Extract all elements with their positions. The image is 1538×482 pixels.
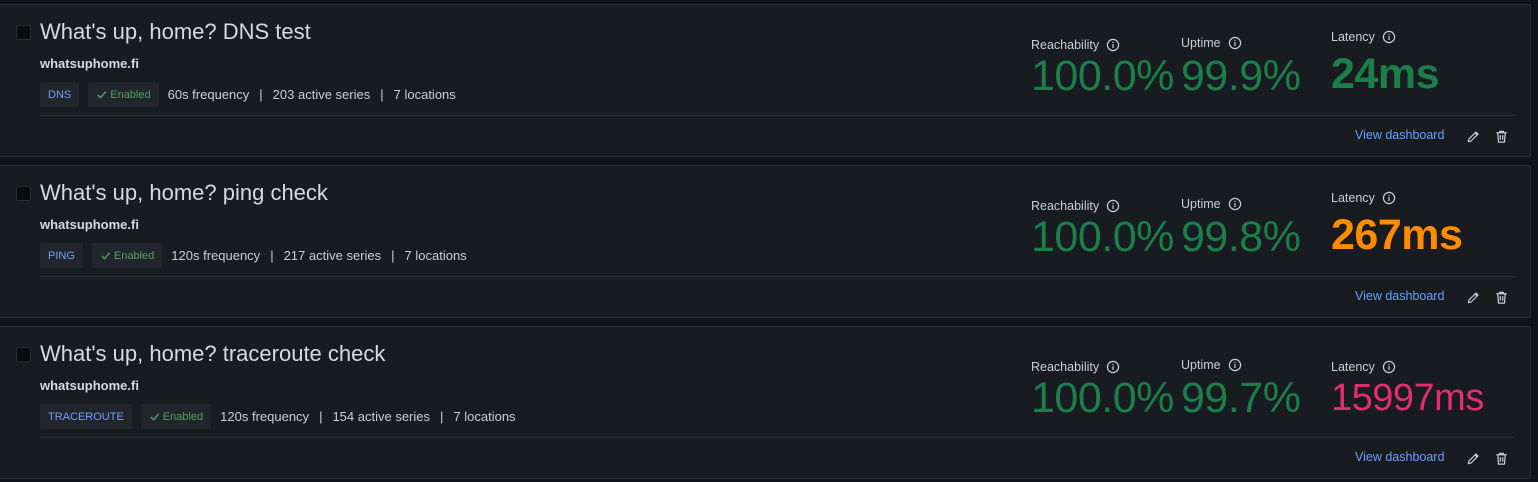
check-type-tag: PING: [40, 243, 83, 268]
reachability-stat: Reachability 100.0%: [1031, 199, 1174, 261]
latency-stat: Latency 15997ms: [1331, 360, 1484, 422]
uptime-value: 99.8%: [1181, 213, 1301, 261]
info-circle-icon[interactable]: [1228, 197, 1242, 211]
check-card: What's up, home? ping check whatsuphome.…: [0, 165, 1531, 318]
check-card: What's up, home? traceroute check whatsu…: [0, 326, 1531, 479]
status-label: Enabled: [110, 88, 151, 101]
uptime-stat: Uptime 99.8%: [1181, 197, 1301, 261]
trash-icon[interactable]: [1493, 128, 1509, 144]
latency-label: Latency: [1331, 191, 1375, 205]
active-series-text: 217 active series: [283, 248, 382, 263]
card-divider: [40, 276, 1514, 277]
info-circle-icon[interactable]: [1106, 38, 1120, 52]
check-type-tag: DNS: [40, 82, 80, 107]
locations-text: 7 locations: [404, 248, 467, 263]
check-title: What's up, home? DNS test: [40, 19, 311, 44]
separator: |: [319, 409, 323, 424]
trash-icon[interactable]: [1493, 450, 1509, 466]
frequency-text: 120s frequency: [220, 409, 310, 424]
check-icon: [150, 413, 159, 421]
frequency-text: 120s frequency: [171, 248, 261, 263]
check-title: What's up, home? traceroute check: [40, 341, 386, 366]
reachability-value: 100.0%: [1031, 374, 1174, 422]
check-title: What's up, home? ping check: [40, 180, 328, 205]
uptime-label: Uptime: [1181, 36, 1221, 50]
latency-label: Latency: [1331, 30, 1375, 44]
locations-text: 7 locations: [393, 87, 456, 102]
check-tags: PING Enabled 120s frequency | 217 active…: [40, 243, 467, 268]
status-badge: Enabled: [140, 404, 212, 429]
reachability-stat: Reachability 100.0%: [1031, 38, 1174, 100]
uptime-value: 99.9%: [1181, 52, 1301, 100]
check-card: What's up, home? DNS test whatsuphome.fi…: [0, 4, 1531, 157]
info-circle-icon[interactable]: [1228, 36, 1242, 50]
trash-icon[interactable]: [1493, 289, 1509, 305]
view-dashboard-link[interactable]: View dashboard: [1355, 128, 1444, 142]
info-circle-icon[interactable]: [1106, 199, 1120, 213]
uptime-stat: Uptime 99.9%: [1181, 36, 1301, 100]
info-circle-icon[interactable]: [1228, 358, 1242, 372]
separator: |: [380, 87, 384, 102]
info-circle-icon[interactable]: [1382, 191, 1396, 205]
pencil-icon[interactable]: [1465, 128, 1481, 144]
check-tags: TRACEROUTE Enabled 120s frequency | 154 …: [40, 404, 516, 429]
latency-value: 15997ms: [1331, 377, 1484, 419]
reachability-label: Reachability: [1031, 199, 1100, 213]
latency-stat: Latency 267ms: [1331, 191, 1463, 259]
check-target: whatsuphome.fi: [40, 217, 139, 232]
select-checkbox[interactable]: [16, 186, 31, 201]
reachability-value: 100.0%: [1031, 213, 1174, 261]
status-label: Enabled: [162, 410, 204, 423]
checks-list: What's up, home? DNS test whatsuphome.fi…: [0, 0, 1538, 482]
uptime-value: 99.7%: [1181, 374, 1301, 422]
check-icon: [97, 91, 107, 99]
uptime-stat: Uptime 99.7%: [1181, 358, 1301, 422]
status-badge: Enabled: [88, 82, 159, 107]
latency-stat: Latency 24ms: [1331, 30, 1439, 98]
info-circle-icon[interactable]: [1106, 360, 1120, 374]
active-series-text: 154 active series: [332, 409, 431, 424]
active-series-text: 203 active series: [272, 87, 371, 102]
view-dashboard-link[interactable]: View dashboard: [1355, 289, 1444, 303]
status-label: Enabled: [113, 249, 155, 262]
info-circle-icon[interactable]: [1382, 360, 1396, 374]
latency-value: 267ms: [1331, 211, 1463, 259]
latency-value: 24ms: [1331, 50, 1439, 98]
check-target: whatsuphome.fi: [40, 56, 139, 71]
uptime-label: Uptime: [1181, 358, 1221, 372]
latency-label: Latency: [1331, 360, 1375, 374]
pencil-icon[interactable]: [1465, 289, 1481, 305]
reachability-value: 100.0%: [1031, 52, 1174, 100]
status-badge: Enabled: [91, 243, 163, 268]
select-checkbox[interactable]: [16, 25, 31, 40]
check-tags: DNS Enabled 60s frequency | 203 active s…: [40, 82, 456, 107]
uptime-label: Uptime: [1181, 197, 1221, 211]
card-divider: [40, 115, 1514, 116]
frequency-text: 60s frequency: [167, 87, 250, 102]
info-circle-icon[interactable]: [1382, 30, 1396, 44]
view-dashboard-link[interactable]: View dashboard: [1355, 450, 1444, 464]
select-checkbox[interactable]: [16, 347, 31, 362]
check-target: whatsuphome.fi: [40, 378, 139, 393]
separator: |: [259, 87, 263, 102]
separator: |: [391, 248, 395, 263]
reachability-stat: Reachability 100.0%: [1031, 360, 1174, 422]
locations-text: 7 locations: [453, 409, 516, 424]
reachability-label: Reachability: [1031, 360, 1100, 374]
pencil-icon[interactable]: [1465, 450, 1481, 466]
reachability-label: Reachability: [1031, 38, 1100, 52]
check-type-tag: TRACEROUTE: [40, 404, 132, 429]
card-divider: [40, 437, 1514, 438]
separator: |: [440, 409, 444, 424]
separator: |: [270, 248, 274, 263]
check-icon: [101, 252, 111, 260]
